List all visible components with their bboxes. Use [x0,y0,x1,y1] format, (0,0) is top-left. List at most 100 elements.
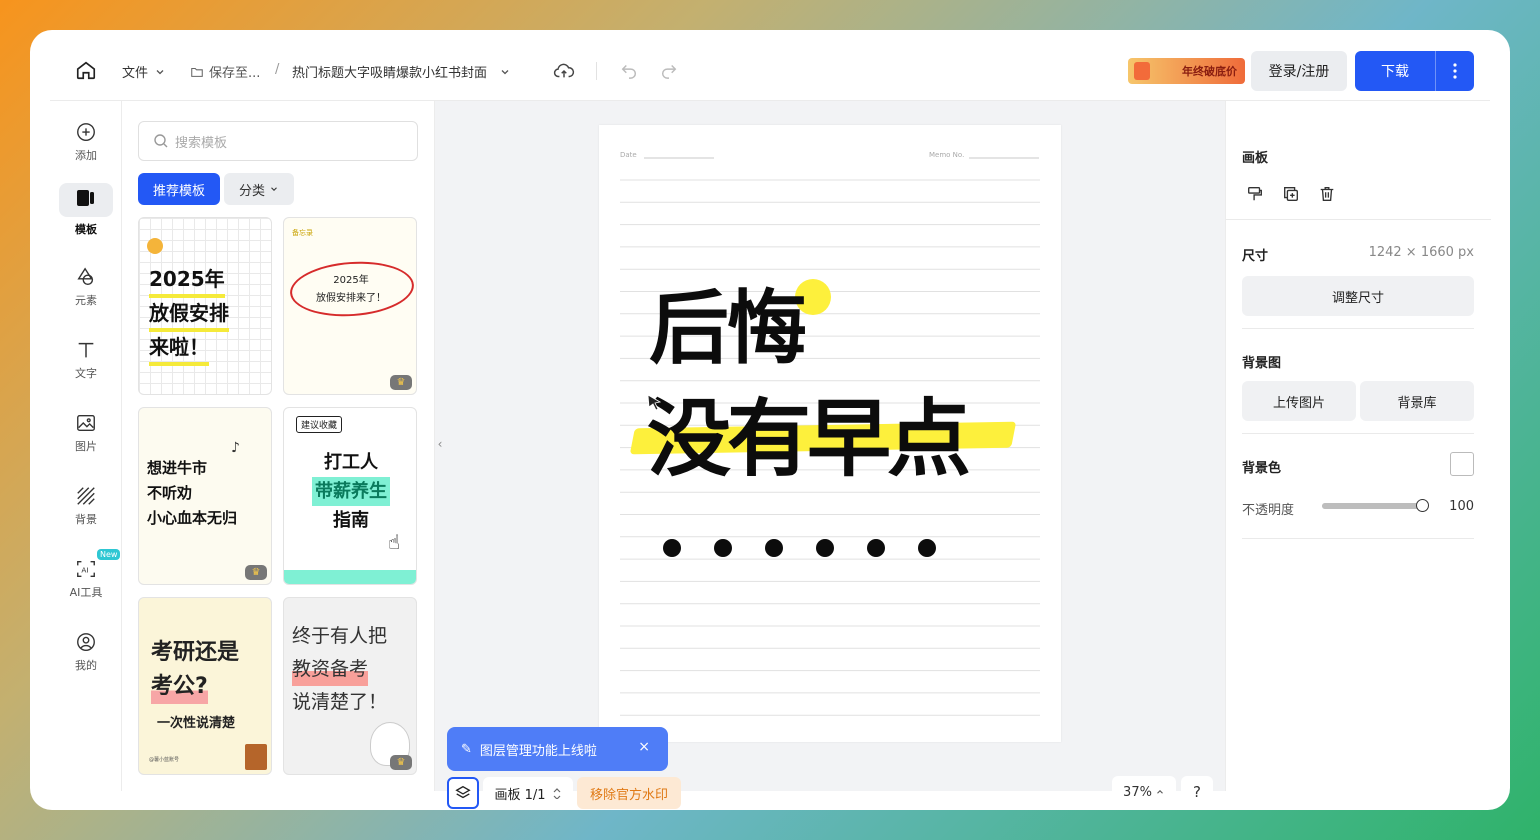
more-options-icon[interactable] [1436,63,1474,79]
save-to-label: 保存至... [209,66,261,81]
crown-icon: ♛ [390,755,412,770]
zoom-control[interactable]: 37% [1112,776,1176,808]
tooltip-text: 图层管理功能上线啦 [479,743,597,759]
card-line: 打工人 [324,452,378,473]
nav-item-images[interactable]: 图片 [59,404,113,462]
opacity-slider-handle[interactable] [1416,499,1429,512]
save-to-button[interactable]: 保存至... [190,62,260,81]
canvas-area[interactable]: ‹ Date Memo No. 后悔 没有早点 ✎ 图层管理功能上线啦 × 画板… [435,101,1225,809]
nav-label: 图片 [75,440,97,453]
bg-color-swatch[interactable] [1450,452,1474,476]
card-text: 打工人 带薪养生 指南 [284,448,416,535]
dot [663,539,681,557]
close-icon[interactable]: × [638,739,650,755]
card-line: 教资备考 [292,653,369,686]
recommended-templates-tab[interactable]: 推荐模板 [138,173,220,205]
template-card[interactable]: 备忘录 2025年 放假安排来了！ ♛ [283,217,417,395]
layers-icon[interactable] [447,777,479,809]
duplicate-icon[interactable] [1282,185,1300,207]
board-page-indicator[interactable]: 画板 1/1 [483,777,573,809]
bg-color-title: 背景色 [1242,461,1282,476]
card-text: 2025年 放假安排 来啦！ [149,264,229,366]
headline-line-1[interactable]: 后悔 [649,281,807,377]
nav-label: 背景 [75,513,97,526]
document-title-label: 热门标题大字吸睛爆款小红书封面 [292,66,488,81]
nav-label: AI工具 [69,586,103,599]
nav-item-ai-tools[interactable]: AI New AI工具 [59,549,121,608]
dot [867,539,885,557]
chevron-up-icon [1157,789,1163,794]
board-indicator-label: 画板 1/1 [494,787,546,803]
nav-label: 元素 [75,294,97,307]
card-line: 考研还是 [151,640,240,665]
card-subtitle: 一次性说清楚 [157,716,236,731]
nav-item-background[interactable]: 背景 [59,477,113,535]
image-icon [77,414,95,432]
opacity-value: 100 [1449,499,1474,514]
nav-item-mine[interactable]: 我的 [59,623,113,681]
file-menu-label: 文件 [122,66,149,81]
download-button-group: 下载 [1355,51,1474,91]
card-footer: @薯小蓝账号 [149,757,180,763]
download-button[interactable]: 下载 [1355,61,1435,81]
svg-text:AI: AI [81,566,88,575]
chevron-down-icon [271,187,277,192]
text-icon [78,342,94,358]
card-line: 想进牛市 [147,459,208,477]
gift-icon [1134,62,1150,80]
divider [1242,328,1474,329]
board-section-title: 画板 [1242,151,1269,166]
format-painter-icon[interactable] [1246,185,1264,207]
redo-icon[interactable] [660,61,678,79]
toolbar-divider [596,62,597,80]
template-card[interactable]: 考研还是 考公? 一次性说清楚 @薯小蓝账号 [138,597,272,775]
template-card[interactable]: 建议收藏 打工人 带薪养生 指南 ☝ [283,407,417,585]
nav-item-elements[interactable]: 元素 [59,258,113,316]
home-icon[interactable] [74,58,98,82]
collapse-panel-icon[interactable]: ‹ [435,419,445,469]
dots-row [663,539,936,557]
template-search-input[interactable]: 搜索模板 [138,121,418,161]
search-placeholder: 搜索模板 [175,135,228,151]
card-line: 考公? [151,670,208,704]
bg-library-button[interactable]: 背景库 [1360,381,1474,421]
headline-line-2[interactable]: 没有早点 [647,389,971,489]
card-header: 备忘录 [292,229,313,237]
nav-item-text[interactable]: 文字 [59,331,113,389]
card-line: 终于有人把 [292,625,388,647]
plus-circle-icon [77,123,95,141]
template-card[interactable]: 终于有人把 教资备考 说清楚了！ ♛ [283,597,417,775]
folder-icon [191,67,203,77]
card-line: 来啦！ [149,332,209,366]
layer-feature-tooltip: ✎ 图层管理功能上线啦 × [447,727,668,771]
user-icon [77,633,95,651]
delete-icon[interactable] [1318,185,1336,207]
chevron-down-icon [501,69,509,74]
promo-text: 年终破底价 [1182,65,1237,78]
login-register-button[interactable]: 登录/注册 [1251,51,1347,91]
remove-watermark-button[interactable]: 移除官方水印 [577,777,681,809]
template-icon [77,190,94,206]
template-card[interactable]: ♪ 想进牛市 不听劝 小心血本无归 ♛ [138,407,272,585]
file-menu[interactable]: 文件 [122,62,166,81]
template-card[interactable]: 2025年 放假安排 来啦！ [138,217,272,395]
card-line: 说清楚了！ [292,691,388,713]
opacity-slider[interactable] [1322,499,1429,512]
undo-icon[interactable] [620,61,638,79]
document-title[interactable]: 热门标题大字吸睛爆款小红书封面 [292,62,511,81]
size-value: 1242 × 1660 px [1368,245,1474,260]
nav-item-add[interactable]: 添加 [59,113,113,171]
app-window: 文件 保存至... / 热门标题大字吸睛爆款小红书封面 年终破底价 登录/注册 … [30,30,1510,810]
upload-image-button[interactable]: 上传图片 [1242,381,1356,421]
card-text: 想进牛市 不听劝 小心血本无归 [147,456,237,531]
artboard[interactable]: Date Memo No. 后悔 没有早点 [599,125,1061,742]
sparkle-icon: ♪ [231,440,240,456]
nav-item-templates[interactable]: 模板 [59,181,113,239]
divider [1226,219,1491,220]
resize-button[interactable]: 调整尺寸 [1242,276,1474,316]
category-dropdown[interactable]: 分类 [224,173,294,205]
cloud-sync-icon[interactable] [553,60,575,82]
help-button[interactable]: ? [1181,776,1213,808]
background-icon [77,487,95,505]
promo-banner[interactable]: 年终破底价 [1128,58,1245,84]
